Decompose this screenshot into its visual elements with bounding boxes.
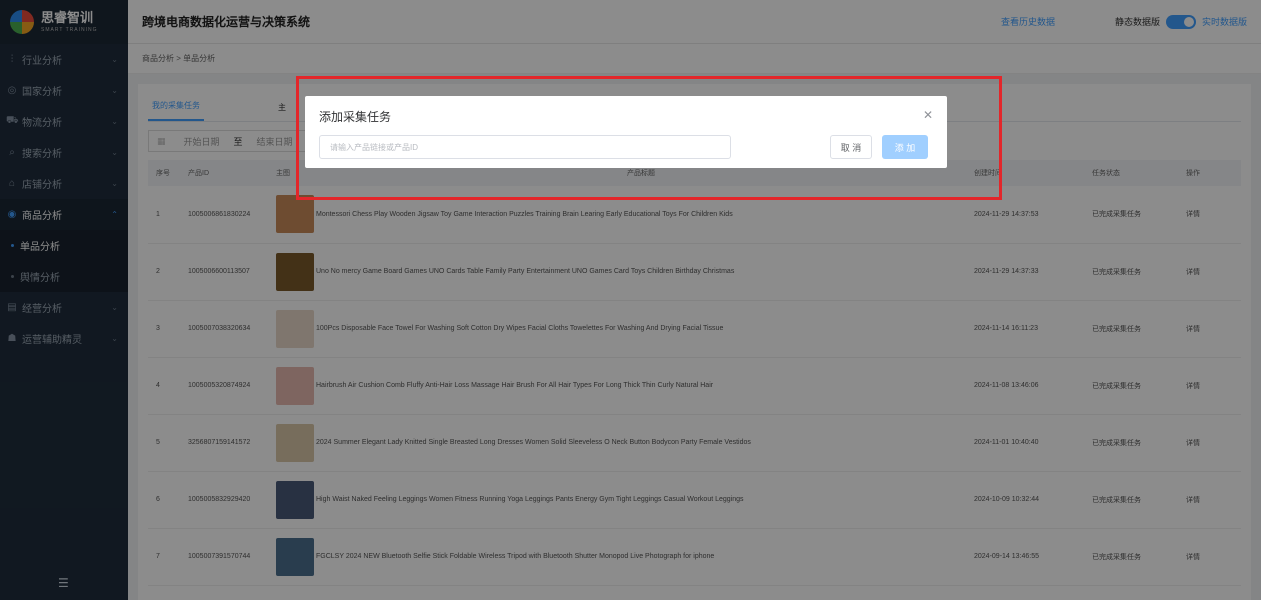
highlight-annotation <box>296 76 1002 200</box>
